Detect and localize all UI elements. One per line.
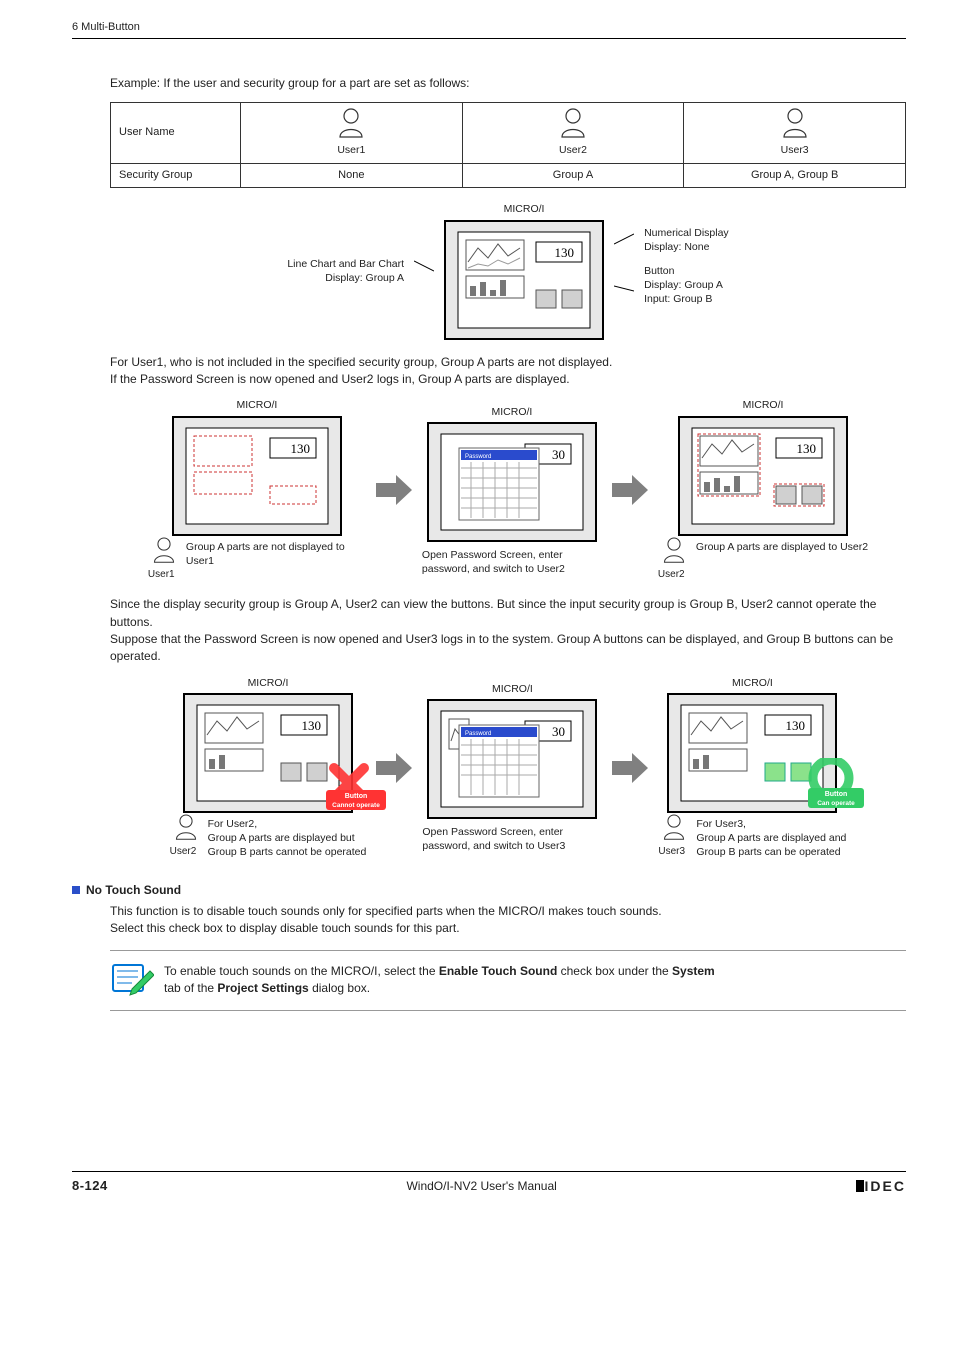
svg-text:Button: Button bbox=[825, 791, 848, 798]
header-rule bbox=[72, 38, 906, 39]
user1-name: User1 bbox=[251, 143, 452, 158]
flow1-panel3: 130 bbox=[678, 416, 848, 536]
can-operate-badge: Button Can operate bbox=[808, 758, 868, 812]
section-body-1: This function is to disable touch sounds… bbox=[110, 903, 906, 920]
flow2-cap1: For User2, Group A parts are displayed b… bbox=[208, 817, 367, 860]
overview-right-callouts: Numerical Display Display: None Button D… bbox=[644, 226, 729, 317]
svg-text:Cannot operate: Cannot operate bbox=[333, 802, 381, 809]
section-heading-no-touch-sound: No Touch Sound bbox=[72, 882, 906, 899]
flow2-panel1-title: MICRO/I bbox=[248, 676, 289, 691]
user3-name: User3 bbox=[694, 143, 895, 158]
flow1-user2-icon bbox=[661, 536, 687, 566]
flow-1: MICRO/I 130 User1 Group A parts are not … bbox=[110, 398, 906, 582]
arrow-right-icon bbox=[376, 475, 412, 505]
user2-icon bbox=[558, 107, 588, 141]
flow2-panel2-block: MICRO/I 30 Password Open Pas bbox=[422, 682, 602, 854]
user-security-table: User Name User1 User2 bbox=[110, 102, 906, 188]
flow2-panel3-title: MICRO/I bbox=[732, 676, 773, 691]
flow1-panel2: 30 Password bbox=[427, 422, 597, 542]
page-number: 8-124 bbox=[72, 1177, 108, 1196]
flow1-panel3-block: MICRO/I 130 bbox=[658, 398, 868, 582]
flow2-panel3-block: MICRO/I 130 Button Can operate bbox=[658, 676, 846, 860]
flow1-cap1-user: User1 bbox=[148, 568, 180, 583]
svg-text:Can operate: Can operate bbox=[818, 800, 856, 807]
svg-text:30: 30 bbox=[552, 724, 565, 739]
svg-text:Password: Password bbox=[465, 454, 491, 460]
svg-text:Button: Button bbox=[345, 793, 368, 800]
paragraph-1: For User1, who is not included in the sp… bbox=[110, 354, 906, 389]
cannot-operate-badge: Button Cannot operate bbox=[326, 760, 386, 814]
flow2-user2-icon bbox=[173, 813, 199, 843]
svg-text:130: 130 bbox=[797, 441, 817, 456]
overview-figure: Line Chart and Bar Chart Display: Group … bbox=[110, 202, 906, 339]
flow2-cap1-user: User2 bbox=[170, 845, 202, 860]
flow1-panel2-title: MICRO/I bbox=[491, 405, 532, 420]
user3-icon bbox=[780, 107, 810, 141]
flow-2: MICRO/I 130 Button Cannot ope bbox=[110, 676, 906, 860]
cell-user1: User1 bbox=[241, 103, 463, 163]
flow2-panel2-title: MICRO/I bbox=[492, 682, 533, 697]
svg-text:Password: Password bbox=[465, 731, 491, 737]
overview-callout-button: Button Display: Group A Input: Group B bbox=[644, 264, 729, 307]
flow2-panel1-block: MICRO/I 130 Button Cannot ope bbox=[170, 676, 367, 860]
overview-left-callout: Line Chart and Bar Chart Display: Group … bbox=[287, 257, 404, 285]
user2-name: User2 bbox=[473, 143, 674, 158]
flow1-panel3-title: MICRO/I bbox=[743, 398, 784, 413]
cell-user3-group: Group A, Group B bbox=[684, 163, 906, 188]
svg-text:30: 30 bbox=[552, 447, 565, 462]
row-security-label: Security Group bbox=[111, 163, 241, 188]
cell-user2: User2 bbox=[462, 103, 684, 163]
flow1-panel1: 130 bbox=[172, 416, 342, 536]
flow1-panel1-block: MICRO/I 130 User1 Group A parts are not … bbox=[148, 398, 366, 582]
flow2-cap3-user: User3 bbox=[658, 845, 690, 860]
row-username-label: User Name bbox=[111, 103, 241, 163]
flow1-cap3-user: User2 bbox=[658, 568, 690, 583]
manual-title: WindO/I-NV2 User's Manual bbox=[406, 1178, 556, 1195]
user1-icon bbox=[336, 107, 366, 141]
arrow-right-icon bbox=[612, 753, 648, 783]
cell-user3: User3 bbox=[684, 103, 906, 163]
page-footer: 8-124 WindO/I-NV2 User's Manual IDEC bbox=[72, 1171, 906, 1196]
note-icon bbox=[110, 959, 154, 1002]
svg-text:130: 130 bbox=[301, 718, 321, 733]
flow1-cap3: Group A parts are displayed to User2 bbox=[696, 540, 868, 554]
flow2-cap2: Open Password Screen, enter password, an… bbox=[422, 825, 602, 853]
flow2-panel2: 30 Password bbox=[427, 699, 597, 819]
leader-line-right bbox=[614, 226, 634, 316]
flow2-cap3: For User3, Group A parts are displayed a… bbox=[696, 817, 846, 860]
overview-numeric-value: 130 bbox=[555, 245, 575, 260]
svg-text:130: 130 bbox=[786, 718, 806, 733]
cell-user1-group: None bbox=[241, 163, 463, 188]
overview-panel: 130 bbox=[444, 220, 604, 340]
section-body-2: Select this check box to display disable… bbox=[110, 920, 906, 937]
leader-line-left bbox=[414, 251, 434, 291]
arrow-right-icon bbox=[612, 475, 648, 505]
note-text: To enable touch sounds on the MICRO/I, s… bbox=[164, 963, 715, 998]
svg-text:130: 130 bbox=[290, 441, 310, 456]
overview-callout-numerical: Numerical Display Display: None bbox=[644, 226, 729, 254]
flow1-panel2-block: MICRO/I 30 Password Open P bbox=[422, 405, 602, 577]
flow1-user1-icon bbox=[151, 536, 177, 566]
brand-logo: IDEC bbox=[856, 1176, 906, 1196]
flow1-cap1: Group A parts are not displayed to User1 bbox=[186, 540, 366, 568]
flow1-cap2: Open Password Screen, enter password, an… bbox=[422, 548, 602, 576]
flow1-panel1-title: MICRO/I bbox=[236, 398, 277, 413]
paragraph-2: Since the display security group is Grou… bbox=[110, 596, 906, 666]
running-head: 6 Multi-Button bbox=[72, 20, 906, 36]
example-intro: Example: If the user and security group … bbox=[110, 75, 906, 92]
note-box: To enable touch sounds on the MICRO/I, s… bbox=[110, 950, 906, 1011]
cell-user2-group: Group A bbox=[462, 163, 684, 188]
flow2-user3-icon bbox=[661, 813, 687, 843]
overview-panel-title: MICRO/I bbox=[504, 202, 545, 217]
